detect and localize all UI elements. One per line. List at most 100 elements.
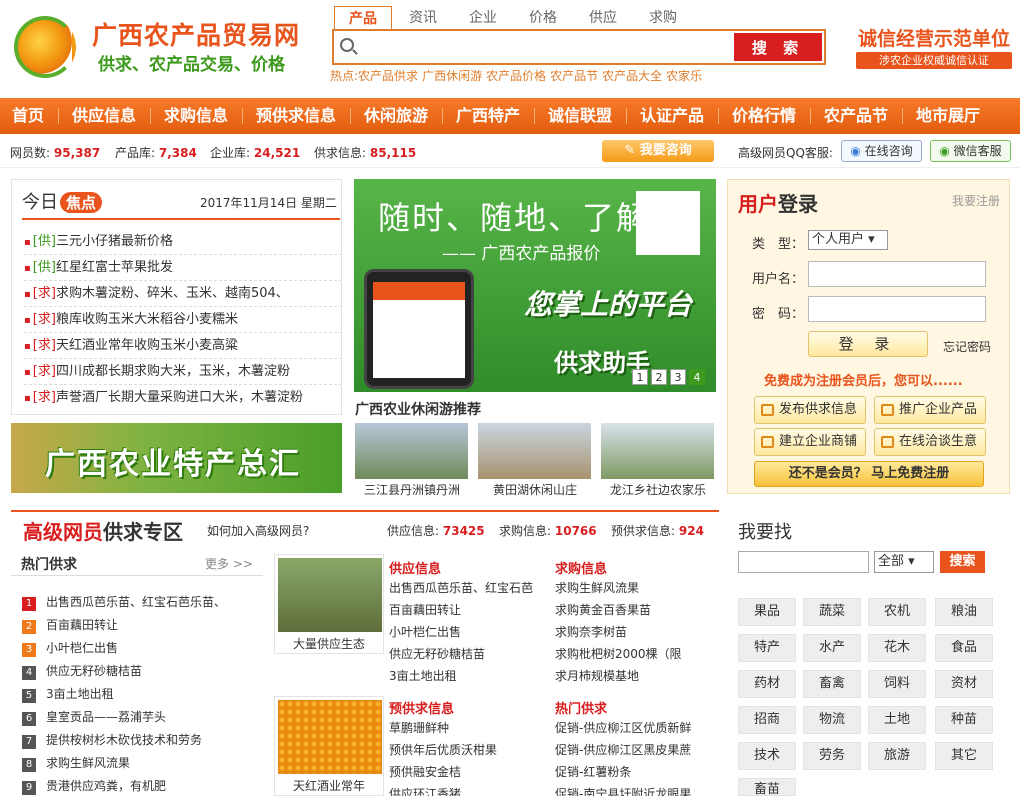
category-button[interactable]: 农机 <box>868 598 926 626</box>
hot-list-item[interactable]: 3 小叶桤仁出售 <box>22 638 118 658</box>
category-button[interactable]: 粮油 <box>935 598 993 626</box>
consult-button[interactable]: ✎ 我要咨询 <box>602 140 714 162</box>
pre-column-title[interactable]: 预供求信息 <box>389 698 454 717</box>
category-button[interactable]: 资材 <box>935 670 993 698</box>
hot-word-link[interactable]: 农产品节 <box>550 69 598 83</box>
nav-specialty[interactable]: 广西特产 <box>456 98 520 134</box>
category-button[interactable]: 果品 <box>738 598 796 626</box>
search-tab-price[interactable]: 价格 <box>514 6 572 30</box>
category-button[interactable]: 土地 <box>868 706 926 734</box>
category-button[interactable]: 蔬菜 <box>803 598 861 626</box>
nav-tourism[interactable]: 休闲旅游 <box>364 98 428 134</box>
banner-page-2[interactable]: 2 <box>651 369 667 385</box>
nav-pre-supply[interactable]: 预供求信息 <box>256 98 336 134</box>
hot-list-item[interactable]: 6 皇室贡品——荔浦芋头 <box>22 707 166 727</box>
specialty-banner[interactable]: 广西农业特产总汇 <box>11 423 342 493</box>
logo-icon[interactable] <box>14 16 76 78</box>
more-link[interactable]: 更多 >> <box>205 555 253 572</box>
search-tab-product[interactable]: 产品 <box>334 6 392 30</box>
banner-page-3[interactable]: 3 <box>670 369 686 385</box>
nav-credit-alliance[interactable]: 诚信联盟 <box>548 98 612 134</box>
demand-column-title[interactable]: 求购信息 <box>555 558 607 577</box>
pre-item[interactable]: 预供融安金桔 <box>389 762 539 782</box>
demand-item[interactable]: 求购奈李树苗 <box>555 622 695 642</box>
supply-item[interactable]: 百亩藕田转让 <box>389 600 539 620</box>
app-banner[interactable]: 随时、随地、了解 —— 广西农产品报价 您掌上的平台 供求助手 1 2 3 4 <box>354 179 716 392</box>
nav-city-hall[interactable]: 地市展厅 <box>916 98 980 134</box>
news-item[interactable]: [求]天红酒业常年收购玉米小麦高粱 <box>24 333 342 359</box>
nav-home[interactable]: 首页 <box>12 98 44 134</box>
hot-word-link[interactable]: 农家乐 <box>666 69 702 83</box>
hot2-column-title[interactable]: 热门供求 <box>555 698 607 717</box>
tour-image[interactable] <box>355 423 468 479</box>
hot-word-link[interactable]: 广西休闲游 <box>422 69 482 83</box>
hot-word-link[interactable]: 农产品供求 <box>358 69 418 83</box>
category-button[interactable]: 技术 <box>738 742 796 770</box>
hot2-item[interactable]: 促销-南宁县圩附近龙眼果 <box>555 784 695 796</box>
hot-word-link[interactable]: 农产品大全 <box>602 69 662 83</box>
search-tab-supply[interactable]: 供应 <box>574 6 632 30</box>
free-register-button[interactable]: 还不是会员？ 马上免费注册 <box>754 461 984 487</box>
nav-festival[interactable]: 农产品节 <box>824 98 888 134</box>
hot2-item[interactable]: 促销-红薯粉条 <box>555 762 695 782</box>
hot2-item[interactable]: 促销-供应柳江区黑皮果蔗 <box>555 740 695 760</box>
news-item[interactable]: [求]四川成都长期求购大米，玉米，木薯淀粉 <box>24 359 342 385</box>
search-button[interactable]: 搜 索 <box>734 33 822 61</box>
news-item[interactable]: [求]粮库收购玉米大米稻谷小麦糯米 <box>24 307 342 333</box>
pre-item[interactable]: 预供年后优质沃柑果 <box>389 740 539 760</box>
online-negotiate-button[interactable]: 在线洽谈生意 <box>874 428 986 456</box>
news-item[interactable]: [求]求购木薯淀粉、碎米、玉米、越南504、 <box>24 281 342 307</box>
hot-list-item[interactable]: 9 贵港供应鸡粪，有机肥 <box>22 776 166 796</box>
username-input[interactable] <box>808 261 986 287</box>
pre-item[interactable]: 草鹏珊鲜种 <box>389 718 539 738</box>
site-title[interactable]: 广西农产品贸易网 <box>92 16 300 52</box>
tour-caption[interactable]: 龙江乡社边农家乐 <box>600 481 716 498</box>
login-button[interactable]: 登 录 <box>808 331 928 357</box>
hot-list-item[interactable]: 2 百亩藕田转让 <box>22 615 118 635</box>
banner-page-1[interactable]: 1 <box>632 369 648 385</box>
tour-image[interactable] <box>478 423 591 479</box>
register-link[interactable]: 我要注册 <box>952 192 1000 209</box>
tour-caption[interactable]: 黄田湖休闲山庄 <box>477 481 593 498</box>
category-button[interactable]: 畜苗 <box>738 778 796 796</box>
search-tab-demand[interactable]: 求购 <box>634 6 692 30</box>
tour-caption[interactable]: 三江县丹洲镇丹洲 <box>354 481 470 498</box>
supply-item[interactable]: 3亩土地出租 <box>389 666 539 686</box>
forgot-password-link[interactable]: 忘记密码 <box>943 338 991 355</box>
category-button[interactable]: 花木 <box>868 634 926 662</box>
supply-item[interactable]: 小叶桤仁出售 <box>389 622 539 642</box>
photo-card[interactable]: 天红酒业常年 <box>274 696 384 796</box>
wechat-service-button[interactable]: ◉ 微信客服 <box>930 140 1011 162</box>
banner-page-4[interactable]: 4 <box>689 369 705 385</box>
find-button[interactable]: 搜索 <box>940 551 985 573</box>
credit-subtitle[interactable]: 涉农企业权威诚信认证 <box>856 52 1012 69</box>
nav-supply[interactable]: 供应信息 <box>72 98 136 134</box>
category-button[interactable]: 物流 <box>803 706 861 734</box>
supply-item[interactable]: 供应无籽砂糖桔苗 <box>389 644 539 664</box>
hot-list-item[interactable]: 1 出售西瓜芭乐苗、红宝石芭乐苗、 <box>22 592 226 612</box>
hot2-item[interactable]: 促销-供应柳江区优质新鲜 <box>555 718 695 738</box>
find-input[interactable] <box>738 551 869 573</box>
pre-item[interactable]: 供应环江香猪 <box>389 784 539 796</box>
category-button[interactable]: 招商 <box>738 706 796 734</box>
news-item[interactable]: [供]三元小仔猪最新价格 <box>24 229 342 255</box>
supply-column-title[interactable]: 供应信息 <box>389 558 441 577</box>
category-button[interactable]: 劳务 <box>803 742 861 770</box>
password-input[interactable] <box>808 296 986 322</box>
hot-list-item[interactable]: 7 提供桉树杉木砍伐技术和劳务 <box>22 730 202 750</box>
nav-demand[interactable]: 求购信息 <box>164 98 228 134</box>
supply-item[interactable]: 出售西瓜芭乐苗、红宝石芭 <box>389 578 539 598</box>
category-button[interactable]: 饲料 <box>868 670 926 698</box>
promote-product-button[interactable]: 推广企业产品 <box>874 396 986 424</box>
hot-word-link[interactable]: 农产品价格 <box>486 69 546 83</box>
find-select[interactable]: 全部 ▾ <box>874 551 934 573</box>
user-type-select[interactable]: 个人用户 ▾ <box>808 230 888 250</box>
category-button[interactable]: 药材 <box>738 670 796 698</box>
publish-info-button[interactable]: 发布供求信息 <box>754 396 866 424</box>
credit-title[interactable]: 诚信经营示范单位 <box>858 24 1010 51</box>
qq-online-button[interactable]: ◉ 在线咨询 <box>841 140 922 162</box>
category-button[interactable]: 其它 <box>935 742 993 770</box>
search-input[interactable] <box>360 34 732 60</box>
category-button[interactable]: 旅游 <box>868 742 926 770</box>
demand-item[interactable]: 求月柿规模基地 <box>555 666 695 686</box>
